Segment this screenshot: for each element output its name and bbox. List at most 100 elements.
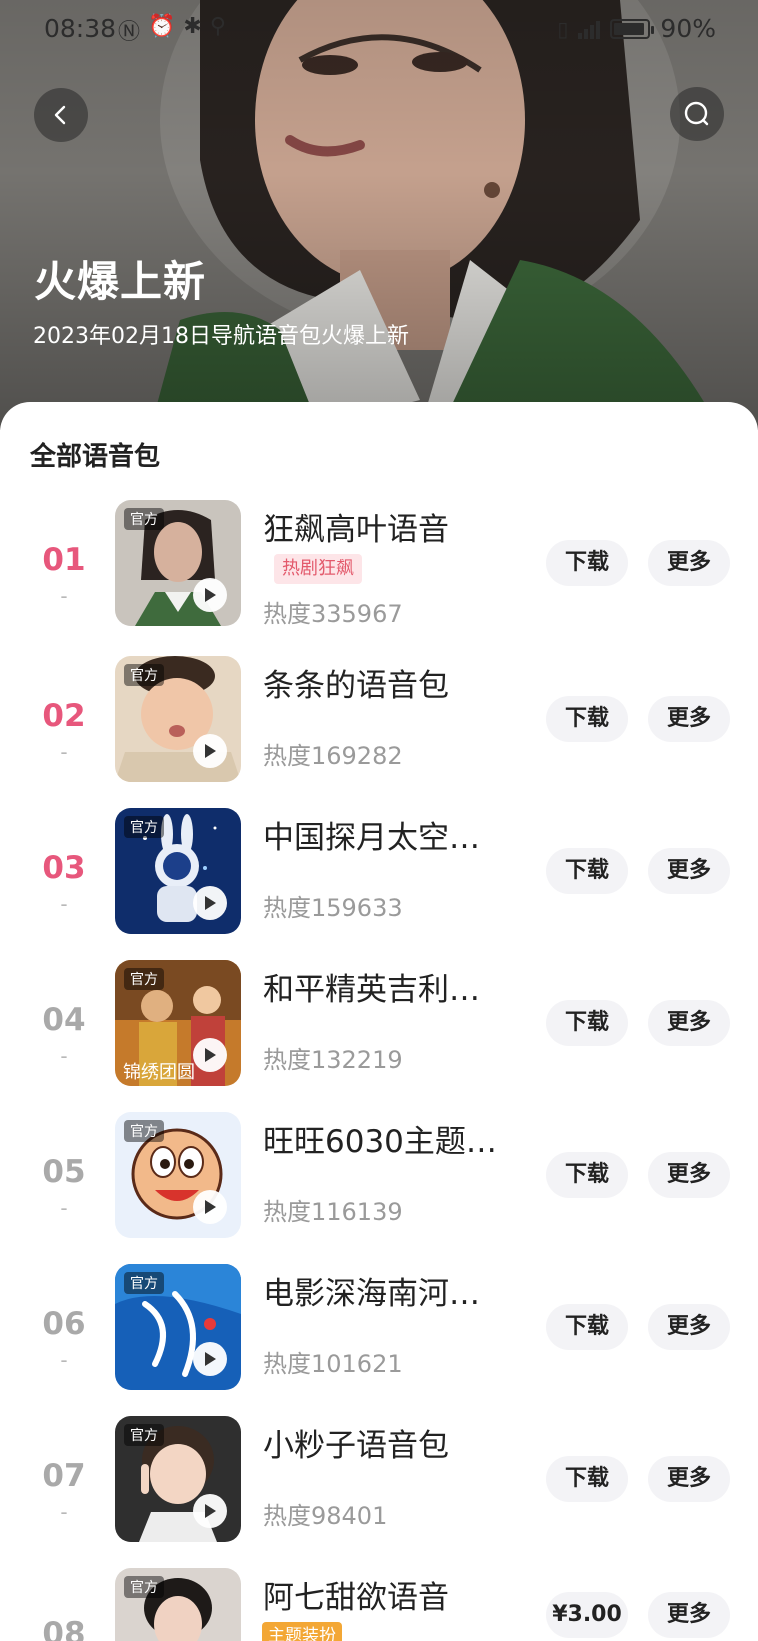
more-button[interactable]: 更多	[648, 1000, 730, 1046]
battery-level: 90%	[660, 14, 716, 43]
voice-pack-name: 阿七甜欲语音	[263, 1580, 449, 1616]
heat-count: 热度98401	[263, 1502, 388, 1530]
more-button[interactable]: 更多	[648, 696, 730, 742]
alarm-icon: ⏰	[148, 14, 176, 39]
page-title: 火爆上新	[34, 257, 207, 306]
list-item[interactable]: 01 - 官方 狂飙高叶语音 热剧狂飙 热度335967 下载 更多	[0, 500, 758, 652]
voice-pack-thumbnail[interactable]: 官方	[115, 808, 241, 934]
rank-number: 07	[42, 1458, 86, 1494]
play-icon	[205, 1504, 216, 1518]
heat-count: 热度132219	[263, 1046, 403, 1074]
rank-number: 04	[42, 1002, 86, 1038]
voice-pack-thumbnail[interactable]: 官方	[115, 1112, 241, 1238]
more-button[interactable]: 更多	[648, 1592, 730, 1638]
play-button[interactable]	[193, 886, 227, 920]
voice-pack-name: 条条的语音包	[263, 668, 449, 704]
download-button[interactable]: 下载	[546, 1152, 628, 1198]
search-button[interactable]	[670, 87, 724, 141]
play-button[interactable]	[193, 1038, 227, 1072]
download-button[interactable]: 下载	[546, 1000, 628, 1046]
voice-pack-name: 旺旺6030主题…	[263, 1124, 497, 1160]
location-icon: ⚲	[209, 14, 226, 39]
bluetooth-icon: ✱	[183, 14, 202, 39]
theme-badge: 主题装扮	[262, 1622, 342, 1641]
rank-change: -	[60, 892, 68, 916]
list-item[interactable]: 04 - 锦绣团圆 官方 和平精英吉利… 热度132219 下载 更多	[0, 960, 758, 1112]
play-button[interactable]	[193, 1342, 227, 1376]
heat-count: 热度169282	[263, 742, 403, 770]
download-button[interactable]: 下载	[546, 848, 628, 894]
svg-text:锦绣团圆: 锦绣团圆	[123, 1062, 195, 1083]
rank-change: -	[60, 740, 68, 764]
download-button[interactable]: 下载	[546, 1304, 628, 1350]
heat-count: 热度116139	[263, 1198, 403, 1226]
list-item[interactable]: 05 - 官方 旺旺6030主题… 热度116139 下载 更多	[0, 1112, 758, 1264]
more-button[interactable]: 更多	[648, 1152, 730, 1198]
rank-number: 01	[42, 542, 86, 578]
download-button[interactable]: 下载	[546, 540, 628, 586]
status-icons: Ⓝ ⏰ ✱ ⚲	[118, 14, 226, 46]
search-icon	[684, 101, 709, 126]
official-tag: 官方	[124, 968, 164, 990]
play-button[interactable]	[193, 1190, 227, 1224]
price-button[interactable]: ¥3.00	[546, 1592, 628, 1638]
list-item[interactable]: 08 官方 阿七甜欲语音 主题装扮 ¥3.00 更多	[0, 1568, 758, 1641]
voice-pack-thumbnail[interactable]: 官方	[115, 1264, 241, 1390]
play-icon	[205, 1352, 216, 1366]
download-button[interactable]: 下载	[546, 1456, 628, 1502]
more-button[interactable]: 更多	[648, 1456, 730, 1502]
more-button[interactable]: 更多	[648, 540, 730, 586]
list-item[interactable]: 03 - 官方 中国探月太空… 热度159633 下载 更多	[0, 808, 758, 960]
list-item[interactable]: 07 - 官方 小粆子语音包 热度98401 下载 更多	[0, 1416, 758, 1568]
rank-number: 03	[42, 850, 86, 886]
hot-badge: 热剧狂飙	[274, 554, 362, 584]
play-button[interactable]	[193, 1494, 227, 1528]
official-tag: 官方	[124, 1424, 164, 1446]
voice-pack-thumbnail[interactable]: 官方	[115, 1568, 241, 1641]
play-icon	[205, 588, 216, 602]
voice-pack-thumbnail[interactable]: 官方	[115, 1416, 241, 1542]
play-icon	[205, 1048, 216, 1062]
nfc-icon: Ⓝ	[118, 20, 141, 45]
section-title: 全部语音包	[30, 442, 161, 472]
status-time: 08:38	[44, 14, 117, 43]
rank-change: -	[60, 1500, 68, 1524]
heat-count: 热度335967	[263, 600, 403, 628]
page-subtitle: 2023年02月18日导航语音包火爆上新	[33, 324, 409, 349]
rank-number: 06	[42, 1306, 86, 1342]
heat-count: 热度159633	[263, 894, 403, 922]
play-button[interactable]	[193, 734, 227, 768]
hero-shade	[0, 0, 758, 430]
voice-pack-thumbnail[interactable]: 官方	[115, 656, 241, 782]
status-bar: 08:38 Ⓝ ⏰ ✱ ⚲ ▯ 90%	[0, 0, 758, 58]
list-item[interactable]: 06 - 官方 电影深海南河… 热度101621 下载 更多	[0, 1264, 758, 1416]
voice-pack-name: 小粆子语音包	[263, 1428, 449, 1464]
list-item[interactable]: 02 - 官方 条条的语音包 热度169282 下载 更多	[0, 656, 758, 808]
battery-icon	[610, 18, 655, 39]
voice-pack-thumbnail[interactable]: 锦绣团圆 官方	[115, 960, 241, 1086]
more-button[interactable]: 更多	[648, 848, 730, 894]
rank-number: 08	[42, 1616, 86, 1641]
more-button[interactable]: 更多	[648, 1304, 730, 1350]
rank-change: -	[60, 584, 68, 608]
play-icon	[205, 896, 216, 910]
official-tag: 官方	[124, 1120, 164, 1142]
voice-pack-thumbnail[interactable]: 官方	[115, 500, 241, 626]
status-right: ▯ 90%	[557, 14, 716, 43]
rank-change: -	[60, 1044, 68, 1068]
rank-change: -	[60, 1348, 68, 1372]
vibrate-icon: ▯	[557, 16, 569, 41]
hero-banner: 08:38 Ⓝ ⏰ ✱ ⚲ ▯ 90% 火爆上新 2023年02月18日导航语音…	[0, 0, 758, 430]
play-button[interactable]	[193, 578, 227, 612]
heat-count: 热度101621	[263, 1350, 403, 1378]
signal-icon	[578, 19, 601, 39]
back-button[interactable]	[34, 88, 88, 142]
rank-number: 02	[42, 698, 86, 734]
official-tag: 官方	[124, 508, 164, 530]
download-button[interactable]: 下载	[546, 696, 628, 742]
voice-pack-list-sheet: 全部语音包 01 - 官方 狂飙高叶语音 热剧狂飙 热度335967 下载 更多…	[0, 402, 758, 1641]
voice-pack-name: 电影深海南河…	[263, 1276, 480, 1312]
voice-pack-name: 和平精英吉利…	[263, 972, 480, 1008]
official-tag: 官方	[124, 816, 164, 838]
rank-number: 05	[42, 1154, 86, 1190]
